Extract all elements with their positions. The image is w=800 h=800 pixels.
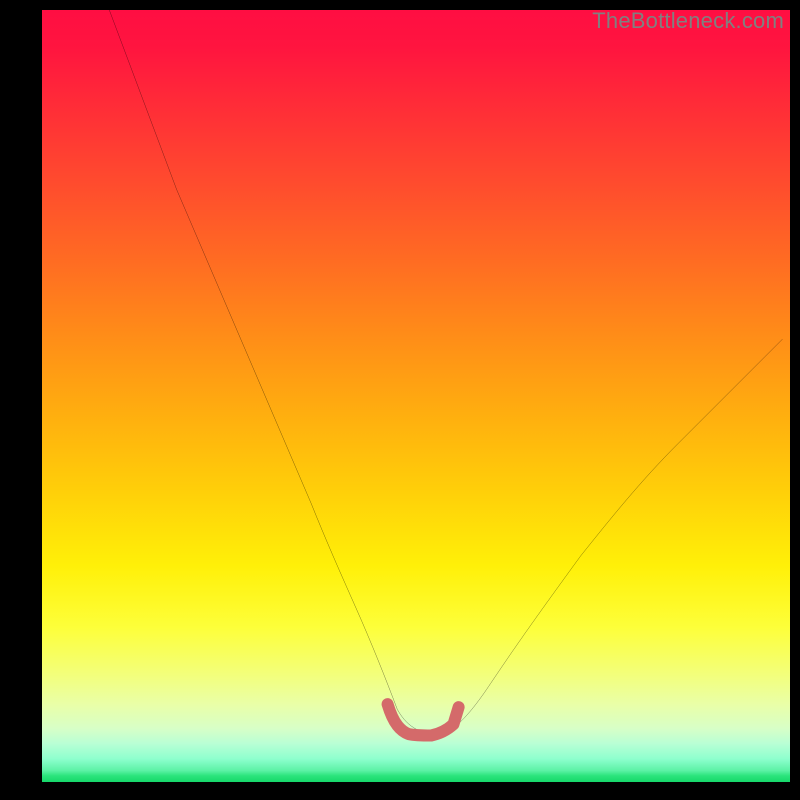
optimal-band-marker bbox=[388, 704, 459, 735]
bottleneck-curve bbox=[109, 10, 782, 734]
chart-svg bbox=[42, 10, 790, 758]
plot-area bbox=[42, 10, 790, 782]
attribution-text: TheBottleneck.com bbox=[592, 8, 784, 34]
chart-container: TheBottleneck.com bbox=[0, 0, 800, 800]
